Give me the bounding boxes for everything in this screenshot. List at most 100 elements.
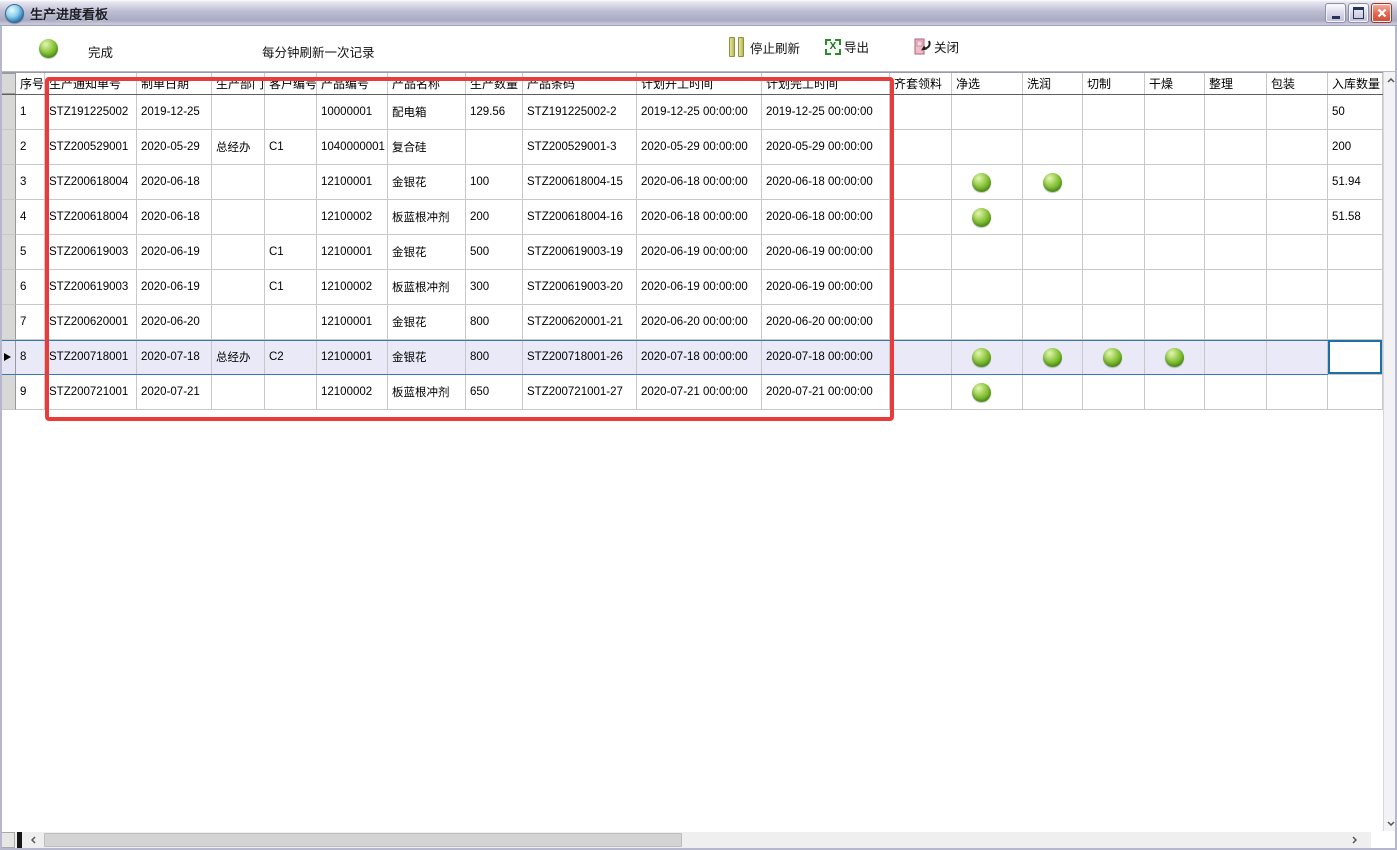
cell-xirun[interactable] (1023, 270, 1083, 305)
cell-jingxuan[interactable] (952, 340, 1023, 375)
cell-order-date[interactable]: 2020-07-18 (137, 340, 212, 375)
table-row[interactable]: 6STZ2006190032020-06-19C112100002板蓝根冲剂30… (0, 270, 1383, 305)
table-row[interactable]: 3STZ2006180042020-06-1812100001金银花100STZ… (0, 165, 1383, 200)
cell-plan-start[interactable]: 2019-12-25 00:00:00 (637, 95, 762, 130)
table-row[interactable]: 5STZ2006190032020-06-19C112100001金银花500S… (0, 235, 1383, 270)
column-header-qty[interactable]: 生产数量 (466, 73, 523, 94)
table-row[interactable]: 9STZ2007210012020-07-2112100002板蓝根冲剂650S… (0, 375, 1383, 410)
title-bar[interactable]: 生产进度看板 (0, 0, 1397, 26)
row-selector[interactable] (0, 165, 16, 200)
table-row[interactable]: 8STZ2007180012020-07-18总经办C212100001金银花8… (0, 340, 1383, 375)
column-header-qiezhi[interactable]: 切制 (1083, 73, 1145, 94)
cell-qiezhi[interactable] (1083, 235, 1145, 270)
row-selector[interactable] (0, 130, 16, 165)
column-header-barcode[interactable]: 产品条码 (523, 73, 637, 94)
horizontal-scrollbar[interactable] (0, 832, 1371, 848)
cell-plan-finish[interactable]: 2019-12-25 00:00:00 (762, 95, 890, 130)
cell-order-date[interactable]: 2020-06-20 (137, 305, 212, 340)
cell-notice-no[interactable]: STZ200529001 (45, 130, 137, 165)
cell-customer-no[interactable] (265, 375, 317, 410)
cell-dept[interactable] (212, 270, 265, 305)
cell-product-name[interactable]: 金银花 (388, 165, 466, 200)
cell-barcode[interactable]: STZ200620001-21 (523, 305, 637, 340)
cell-barcode[interactable]: STZ200718001-26 (523, 340, 637, 375)
cell-plan-finish[interactable]: 2020-06-19 00:00:00 (762, 235, 890, 270)
cell-material-ready[interactable] (890, 270, 952, 305)
cell-jingxuan[interactable] (952, 235, 1023, 270)
cell-dept[interactable] (212, 200, 265, 235)
row-selector[interactable] (0, 270, 16, 305)
cell-baozhuang[interactable] (1267, 375, 1328, 410)
cell-customer-no[interactable] (265, 165, 317, 200)
cell-in-qty[interactable]: 51.58 (1328, 200, 1383, 235)
cell-ganzao[interactable] (1145, 165, 1205, 200)
cell-xirun[interactable] (1023, 95, 1083, 130)
cell-material-ready[interactable] (890, 165, 952, 200)
cell-ganzao[interactable] (1145, 270, 1205, 305)
cell-notice-no[interactable]: STZ200619003 (45, 235, 137, 270)
table-row[interactable]: 4STZ2006180042020-06-1812100002板蓝根冲剂200S… (0, 200, 1383, 235)
cell-order-date[interactable]: 2020-06-18 (137, 200, 212, 235)
cell-jingxuan[interactable] (952, 200, 1023, 235)
cell-customer-no[interactable] (265, 95, 317, 130)
cell-plan-finish[interactable]: 2020-06-20 00:00:00 (762, 305, 890, 340)
cell-product-no[interactable]: 12100002 (317, 200, 388, 235)
scroll-left-button[interactable] (25, 832, 41, 848)
minimize-button[interactable] (1325, 3, 1346, 23)
cell-notice-no[interactable]: STZ191225002 (45, 95, 137, 130)
cell-material-ready[interactable] (890, 130, 952, 165)
cell-barcode[interactable]: STZ200721001-27 (523, 375, 637, 410)
column-header-material-ready[interactable]: 齐套领料 (890, 73, 952, 94)
cell-baozhuang[interactable] (1267, 95, 1328, 130)
cell-dept[interactable] (212, 375, 265, 410)
cell-seq[interactable]: 9 (16, 375, 45, 410)
cell-jingxuan[interactable] (952, 305, 1023, 340)
cell-order-date[interactable]: 2020-07-21 (137, 375, 212, 410)
cell-baozhuang[interactable] (1267, 200, 1328, 235)
cell-customer-no[interactable]: C2 (265, 340, 317, 375)
cell-qty[interactable]: 800 (466, 340, 523, 375)
cell-zhengli[interactable] (1205, 340, 1267, 375)
cell-zhengli[interactable] (1205, 305, 1267, 340)
column-header-plan-finish[interactable]: 计划完工时间 (762, 73, 890, 94)
cell-in-qty[interactable]: 50 (1328, 95, 1383, 130)
cell-qty[interactable]: 129.56 (466, 95, 523, 130)
cell-baozhuang[interactable] (1267, 270, 1328, 305)
cell-plan-start[interactable]: 2020-06-20 00:00:00 (637, 305, 762, 340)
cell-customer-no[interactable] (265, 305, 317, 340)
cell-product-name[interactable]: 板蓝根冲剂 (388, 200, 466, 235)
cell-notice-no[interactable]: STZ200718001 (45, 340, 137, 375)
cell-qiezhi[interactable] (1083, 375, 1145, 410)
cell-baozhuang[interactable] (1267, 130, 1328, 165)
cell-qty[interactable]: 800 (466, 305, 523, 340)
cell-notice-no[interactable]: STZ200618004 (45, 200, 137, 235)
cell-material-ready[interactable] (890, 95, 952, 130)
cell-plan-finish[interactable]: 2020-06-18 00:00:00 (762, 200, 890, 235)
column-header-ganzao[interactable]: 干燥 (1145, 73, 1205, 94)
column-header-seq[interactable]: 序号 (16, 73, 45, 94)
cell-xirun[interactable] (1023, 375, 1083, 410)
cell-product-no[interactable]: 12100002 (317, 375, 388, 410)
cell-qty[interactable]: 300 (466, 270, 523, 305)
cell-dept[interactable] (212, 235, 265, 270)
cell-product-no[interactable]: 1040000001 (317, 130, 388, 165)
cell-plan-start[interactable]: 2020-07-21 00:00:00 (637, 375, 762, 410)
cell-customer-no[interactable]: C1 (265, 270, 317, 305)
row-selector[interactable] (0, 375, 16, 410)
close-form-button[interactable]: 关闭 (912, 37, 959, 56)
cell-notice-no[interactable]: STZ200619003 (45, 270, 137, 305)
cell-qiezhi[interactable] (1083, 305, 1145, 340)
column-header-zhengli[interactable]: 整理 (1205, 73, 1267, 94)
cell-ganzao[interactable] (1145, 95, 1205, 130)
column-header-plan-start[interactable]: 计划开工时间 (637, 73, 762, 94)
cell-zhengli[interactable] (1205, 165, 1267, 200)
cell-material-ready[interactable] (890, 375, 952, 410)
cell-barcode[interactable]: STZ200618004-15 (523, 165, 637, 200)
cell-in-qty[interactable] (1328, 270, 1383, 305)
cell-ganzao[interactable] (1145, 340, 1205, 375)
cell-xirun[interactable] (1023, 130, 1083, 165)
cell-plan-finish[interactable]: 2020-05-29 00:00:00 (762, 130, 890, 165)
column-header-jingxuan[interactable]: 净选 (952, 73, 1023, 94)
cell-xirun[interactable] (1023, 235, 1083, 270)
cell-product-no[interactable]: 12100001 (317, 165, 388, 200)
